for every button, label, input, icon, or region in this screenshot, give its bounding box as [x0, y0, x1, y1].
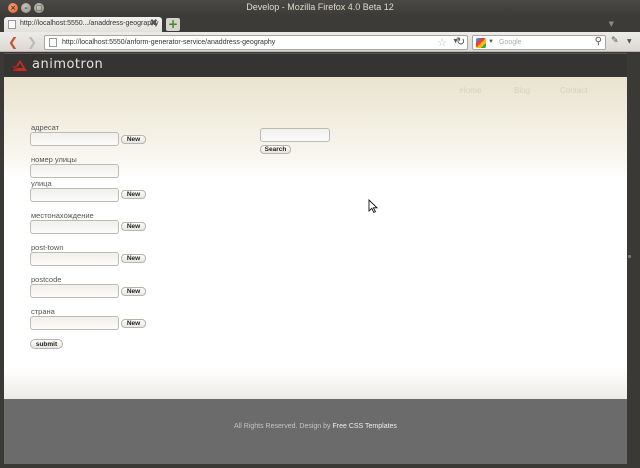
search-icon[interactable]: ⚲ [595, 36, 602, 47]
back-button[interactable]: ❮ [8, 35, 18, 49]
window-side-panel [627, 53, 640, 464]
site-search-button[interactable]: Search [260, 145, 291, 154]
postcode-input[interactable] [30, 284, 119, 298]
footer-text: All Rights Reserved. Design by Free CSS … [4, 423, 627, 430]
tab-close-icon[interactable]: ✖ [150, 18, 158, 29]
addressee-input[interactable] [30, 132, 119, 146]
field-label: местонахождение [31, 211, 94, 220]
nav-link-home[interactable]: Home [460, 86, 481, 95]
nav-link-contact[interactable]: Contact [560, 86, 588, 95]
navigation-toolbar: ❮ ❯ http://localhost:5550/anform-generat… [0, 32, 640, 52]
url-text: http://localhost:5550/anform-generator-s… [62, 39, 276, 46]
field-label: номер улицы [31, 155, 77, 164]
new-tab-button[interactable]: + [166, 18, 180, 31]
tab-bar: http://localhost:5550.../anaddress-geogr… [0, 16, 640, 32]
new-button[interactable]: New [121, 254, 146, 263]
street-number-input[interactable] [30, 164, 119, 178]
search-engine-dropdown-icon[interactable]: ▼ [488, 39, 494, 45]
new-button[interactable]: New [121, 190, 146, 199]
search-bar[interactable]: ▼ Google ⚲ [472, 35, 606, 50]
tab-title: http://localhost:5550.../anaddress-geogr… [20, 20, 159, 27]
field-label: улица [31, 179, 52, 188]
browser-tab[interactable]: http://localhost:5550.../anaddress-geogr… [4, 17, 162, 32]
site-header: animotron [4, 53, 627, 77]
field-label: страна [31, 307, 55, 316]
search-placeholder: Google [499, 39, 522, 46]
nav-link-blog[interactable]: Blog [514, 86, 530, 95]
new-button[interactable]: New [121, 222, 146, 231]
window-title: Develop - Mozilla Firefox 4.0 Beta 12 [246, 2, 394, 12]
field-label: адресат [31, 123, 60, 132]
new-button[interactable]: New [121, 319, 146, 328]
new-button[interactable]: New [121, 135, 146, 144]
logo-icon [12, 60, 27, 71]
street-input[interactable] [30, 188, 119, 202]
hero-band [4, 77, 627, 177]
post-town-input[interactable] [30, 252, 119, 266]
page-content: animotron Home Blog Contact адресат New … [4, 53, 627, 464]
bookmark-star-icon[interactable]: ☆ [437, 36, 447, 49]
footer-link[interactable]: Free CSS Templates [332, 423, 396, 430]
resize-grip[interactable] [628, 255, 631, 258]
site-search-input[interactable] [260, 128, 330, 142]
submit-button[interactable]: submit [30, 339, 63, 349]
mouse-pointer-icon [368, 199, 378, 213]
url-bar[interactable]: http://localhost:5550/anform-generator-s… [44, 35, 468, 50]
site-logo-text[interactable]: animotron [32, 57, 103, 72]
window-titlebar: × – □ Develop - Mozilla Firefox 4.0 Beta… [0, 0, 640, 16]
reload-button[interactable]: ↻ [456, 35, 465, 48]
forward-button[interactable]: ❯ [27, 35, 37, 49]
addon-menu-icon[interactable]: ▼ [627, 38, 632, 45]
field-label: post-town [31, 243, 64, 252]
footer-copyright: All Rights Reserved. Design by [234, 423, 333, 430]
new-button[interactable]: New [121, 287, 146, 296]
location-input[interactable] [30, 220, 119, 234]
country-input[interactable] [30, 316, 119, 330]
site-footer: All Rights Reserved. Design by Free CSS … [4, 399, 627, 464]
content-fade [4, 369, 627, 399]
tab-list-icon[interactable]: ▼ [609, 20, 614, 28]
field-label: postcode [31, 275, 62, 284]
page-icon [8, 20, 16, 29]
page-icon [49, 38, 57, 47]
addon-icon[interactable]: ✎ [611, 36, 619, 46]
google-icon[interactable] [476, 38, 486, 48]
